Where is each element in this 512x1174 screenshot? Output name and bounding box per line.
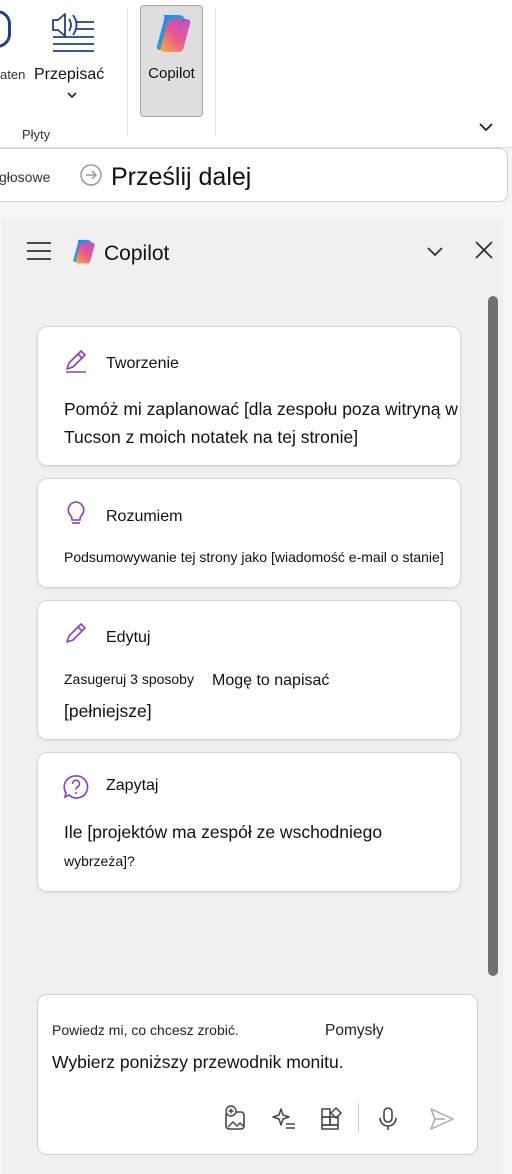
- pencil-icon: [66, 623, 86, 643]
- card-title: Tworzenie: [106, 355, 179, 372]
- card-text: Podsumowywanie tej strony jako [wiadomoś…: [64, 549, 444, 565]
- ribbon-divider: [127, 8, 128, 136]
- card-text-line2: [pełniejsze]: [64, 701, 152, 721]
- hamburger-menu-icon[interactable]: [26, 240, 52, 262]
- toolbar-divider: [358, 1103, 359, 1133]
- copilot-ribbon-label: Copilot: [148, 65, 195, 82]
- card-title: Rozumiem: [106, 508, 183, 525]
- sparkle-prompts-icon[interactable]: [270, 1105, 298, 1133]
- close-icon[interactable]: [474, 240, 494, 260]
- card-text: Pomóż mi zaplanować [dla zespołu poza wi…: [64, 399, 458, 447]
- ideas-label[interactable]: Pomysły: [325, 1022, 384, 1040]
- card-text-line2: wybrzeża]?: [64, 853, 135, 869]
- add-image-icon[interactable]: [222, 1105, 250, 1133]
- pen-sparkle-icon: [66, 350, 86, 373]
- card-title: Zapytaj: [106, 777, 159, 794]
- prompt-card-create[interactable]: Tworzenie Pomóż mi zaplanować [dla zespo…: [37, 326, 461, 466]
- forward-arrow-icon[interactable]: [79, 163, 103, 187]
- ribbon-divider: [215, 8, 216, 136]
- dictate-label[interactable]: aten: [0, 67, 25, 82]
- question-bubble-icon: [63, 775, 89, 799]
- ribbon: aten Przepisać Płyty Copilot: [0, 0, 512, 148]
- copilot-pane: Copilot Tworzenie Pomóż mi zaplanować [d…: [2, 218, 503, 1174]
- voice-label[interactable]: głosowe: [0, 169, 50, 185]
- composer-prompt[interactable]: Wybierz poniższy przewodnik monitu.: [52, 1052, 344, 1073]
- pane-title: Copilot: [104, 242, 170, 265]
- copilot-logo-icon: [156, 15, 191, 52]
- send-icon[interactable]: [428, 1105, 456, 1133]
- card-title: Edytuj: [106, 629, 151, 646]
- copilot-logo-icon: [73, 239, 95, 264]
- prompt-card-ask[interactable]: Zapytaj Ile [projektów ma zespół ze wsch…: [37, 752, 461, 892]
- ribbon-expand-chevron-icon[interactable]: [477, 120, 495, 134]
- prompt-card-edit[interactable]: Edytuj Zasugeruj 3 sposoby Mogę to napis…: [37, 600, 461, 740]
- card-text: Ile [projektów ma zespół ze wschodniego: [64, 822, 383, 842]
- chevron-down-icon[interactable]: [66, 90, 78, 100]
- composer-hint: Powiedz mi, co chcesz zrobić.: [52, 1022, 239, 1038]
- prompt-composer[interactable]: Powiedz mi, co chcesz zrobić. Pomysły Wy…: [37, 994, 478, 1155]
- microphone-icon[interactable]: [374, 1105, 402, 1133]
- apps-grid-icon[interactable]: [318, 1105, 346, 1133]
- chevron-down-icon[interactable]: [425, 244, 445, 258]
- ribbon-group-label: Płyty: [22, 127, 51, 142]
- card-text-mid: Mogę to napisać: [212, 672, 330, 689]
- prompt-card-understand[interactable]: Rozumiem Podsumowywanie tej strony jako …: [37, 478, 461, 588]
- transcribe-icon[interactable]: [50, 10, 96, 54]
- lightbulb-icon: [67, 501, 85, 524]
- copilot-ribbon-button[interactable]: Copilot: [140, 5, 203, 117]
- dictate-icon[interactable]: [0, 10, 11, 48]
- forward-label[interactable]: Prześlij dalej: [111, 163, 251, 192]
- card-text-small: Zasugeruj 3 sposoby: [64, 671, 194, 687]
- transcribe-label[interactable]: Przepisać: [34, 66, 104, 84]
- send-bar: głosowe Prześlij dalej: [0, 148, 508, 202]
